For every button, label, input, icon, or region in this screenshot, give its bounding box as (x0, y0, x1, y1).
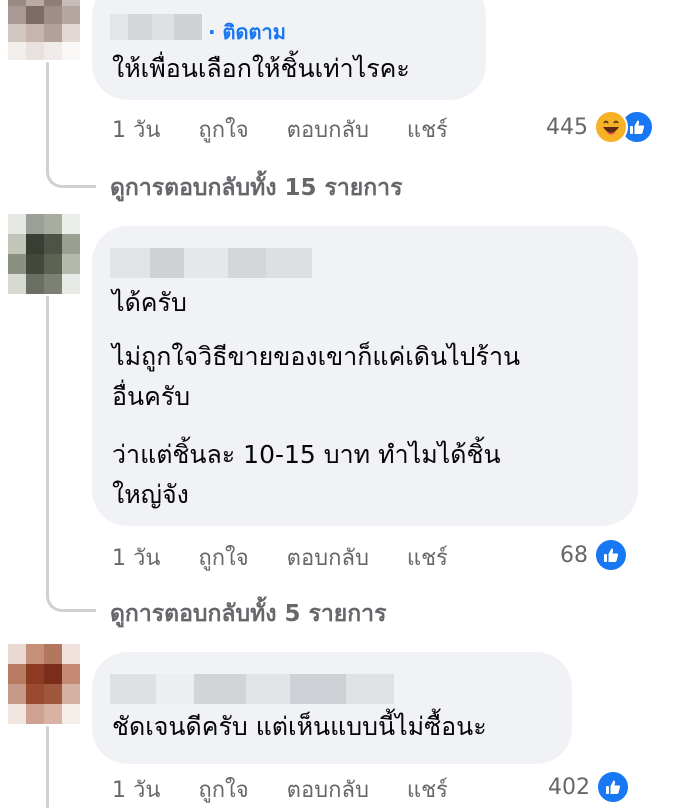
reaction-count: 68 (560, 542, 588, 568)
reaction-count: 402 (548, 774, 590, 800)
author-name[interactable] (110, 14, 202, 40)
comment-text: ชัดเจนดีครับ แต่เห็นแบบนี้ไม่ซื้อนะ (112, 712, 487, 741)
comment-text: ให้เพื่อนเลือกให้ชิ้นเท่าไรคะ (112, 54, 410, 83)
avatar[interactable] (8, 644, 80, 724)
reaction-summary[interactable]: 68 (560, 538, 628, 572)
author-name[interactable] (110, 674, 394, 704)
like-icon (594, 538, 628, 572)
share-button[interactable]: แชร์ (407, 772, 448, 807)
comment-actions: 1 วัน ถูกใจ ตอบกลับ แชร์ (112, 540, 448, 575)
view-replies-link[interactable]: ดูการตอบกลับทั้ง 5 รายการ (110, 596, 386, 632)
reaction-summary[interactable]: 402 (548, 770, 630, 804)
thread-line (46, 726, 49, 808)
reaction-count: 445 (546, 114, 588, 140)
thread-line (46, 296, 49, 580)
like-button[interactable]: ถูกใจ (198, 772, 248, 807)
reaction-summary[interactable]: 445 (546, 110, 654, 144)
like-icon (596, 770, 630, 804)
share-button[interactable]: แชร์ (407, 112, 448, 147)
comment-text: ไม่ถูกใจวิธีขายของเขาก็แค่เดินไปร้าน (112, 342, 521, 371)
timestamp[interactable]: 1 วัน (112, 772, 160, 807)
avatar[interactable] (8, 0, 80, 60)
reply-button[interactable]: ตอบกลับ (287, 772, 369, 807)
share-button[interactable]: แชร์ (407, 540, 448, 575)
follow-link[interactable]: · ติดตาม (208, 16, 286, 48)
like-button[interactable]: ถูกใจ (198, 112, 248, 147)
thread-connector (46, 576, 96, 612)
author-name[interactable] (110, 248, 312, 278)
haha-icon (594, 110, 628, 144)
thread-line (46, 62, 49, 154)
like-button[interactable]: ถูกใจ (198, 540, 248, 575)
avatar[interactable] (8, 214, 80, 294)
comment-text: อื่นครับ (112, 382, 191, 411)
comment-actions: 1 วัน ถูกใจ ตอบกลับ แชร์ (112, 772, 448, 807)
comment-text: ใหญ่จัง (112, 480, 189, 509)
comment-text: ได้ครับ (112, 288, 187, 317)
comment-actions: 1 วัน ถูกใจ ตอบกลับ แชร์ (112, 112, 448, 147)
timestamp[interactable]: 1 วัน (112, 540, 160, 575)
reply-button[interactable]: ตอบกลับ (287, 112, 369, 147)
view-replies-link[interactable]: ดูการตอบกลับทั้ง 15 รายการ (110, 170, 402, 206)
reply-button[interactable]: ตอบกลับ (287, 540, 369, 575)
thread-connector (46, 150, 96, 188)
timestamp[interactable]: 1 วัน (112, 112, 160, 147)
comment-text: ว่าแต่ชิ้นละ 10-15 บาท ทำไมได้ชิ้น (112, 440, 501, 469)
